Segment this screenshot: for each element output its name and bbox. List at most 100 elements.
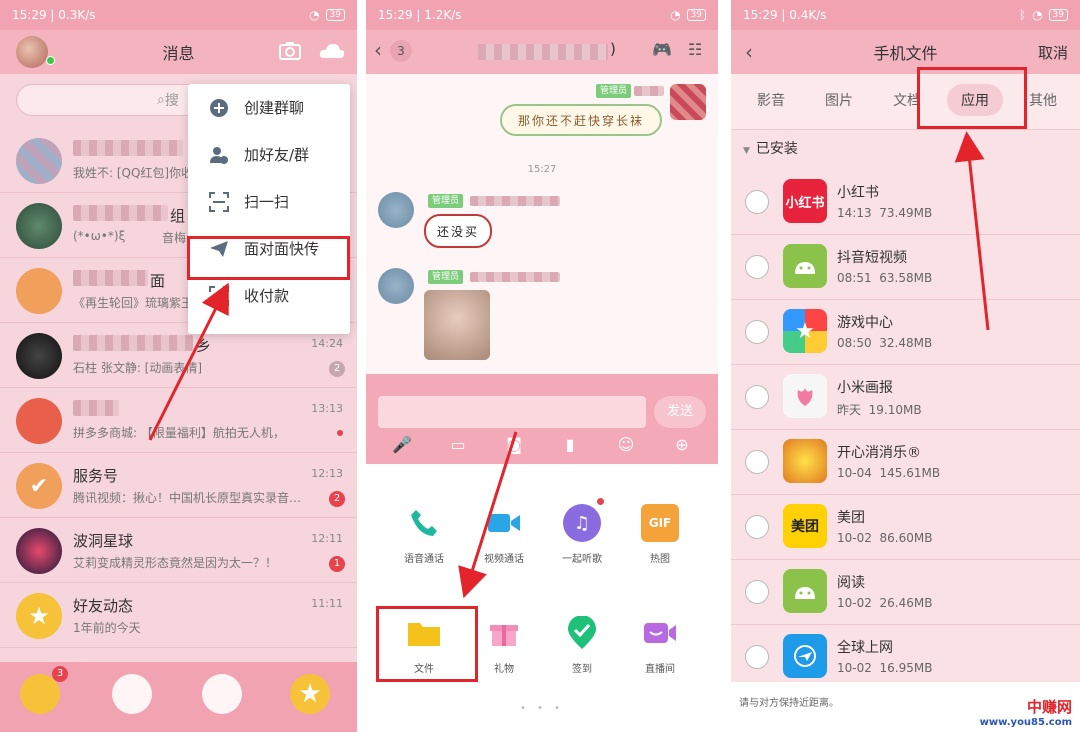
message-bubble[interactable]: 那你还不赶快穿长袜 — [500, 104, 662, 136]
battery-icon: 39 — [325, 9, 345, 21]
grid-item-label: 视频通话 — [484, 554, 524, 565]
status-bar: 15:29 | 0.4K/s ᛒ ◔ 39 — [731, 0, 1080, 30]
game-icon[interactable]: 🎮 — [652, 40, 672, 59]
messages-screen: 15:29 | 0.3K/s ◔ 39 消息 ⌕ 搜 我姓不: [QQ红包]你收 组… — [0, 0, 357, 732]
profile-avatar[interactable] — [16, 36, 48, 68]
redpacket-icon[interactable]: ▮ — [558, 432, 582, 456]
menu-item-scan[interactable]: 扫一扫 — [188, 178, 350, 225]
app-time: 08:51 — [837, 271, 872, 285]
status-bar: 15:29 | 1.2K/s ◔ 39 — [366, 0, 718, 30]
send-button[interactable]: 发送 — [654, 396, 706, 428]
admin-tag: 管理员 — [428, 270, 464, 284]
plus-icon[interactable]: ⊕ — [670, 432, 694, 456]
message-bubble[interactable]: 还没买 — [424, 214, 492, 248]
grid-item-voice-call[interactable]: 语音通话 — [384, 504, 464, 584]
tab-images[interactable]: 图片 — [825, 90, 853, 110]
app-size: 63.58MB — [879, 271, 933, 285]
grid-item-listen-together[interactable]: ♫ 一起听歌 — [542, 498, 622, 584]
tab-other[interactable]: 其他 — [1029, 90, 1057, 110]
network-speed: 1.2K/s — [424, 8, 462, 22]
photo-message[interactable] — [424, 290, 490, 360]
app-name: 抖音短视频 — [837, 250, 907, 266]
avatar — [16, 333, 62, 379]
chat-row[interactable]: 波洞星球 艾莉变成精灵形态竟然是因为太一？！ 12:11 1 — [0, 518, 357, 583]
title-paren: ) — [610, 40, 616, 58]
app-time: 10-02 — [837, 596, 872, 610]
chat-name: 波洞星球 — [73, 532, 134, 550]
app-row[interactable]: 美团 美团 10-02 86.60MB — [731, 495, 1080, 560]
menu-item-add-friend[interactable]: 加好友/群 — [188, 131, 350, 178]
app-size: 145.61MB — [879, 466, 941, 480]
chat-name: 乡 — [196, 337, 212, 355]
chat-row[interactable]: ★ 好友动态 1年前的今天 11:11 — [0, 583, 357, 648]
camera-icon[interactable] — [278, 40, 302, 62]
select-radio[interactable] — [745, 190, 769, 214]
message-input[interactable] — [378, 396, 646, 428]
watermark-logo: 中赚网 www.you85.com — [980, 696, 1072, 728]
microphone-icon[interactable]: 🎤 — [390, 432, 414, 456]
cancel-button[interactable]: 取消 — [1038, 42, 1068, 63]
app-row[interactable]: 小米画报 昨天 19.10MB — [731, 365, 1080, 430]
wifi-icon: ◔ — [309, 8, 320, 22]
tab-star-icon[interactable]: ★ — [290, 674, 330, 714]
more-cloud-icon[interactable] — [318, 40, 346, 62]
app-row[interactable]: 开心消消乐® 10-04 145.61MB — [731, 430, 1080, 495]
avatar — [16, 398, 62, 444]
phone-icon — [405, 504, 443, 542]
camera-icon[interactable]: ◙ — [502, 432, 526, 456]
app-row[interactable]: 小红书 小红书 14:13 73.49MB — [731, 170, 1080, 235]
unread-badge: 2 — [329, 361, 345, 377]
image-icon[interactable]: ▭ — [446, 432, 470, 456]
section-installed[interactable]: ▼ 已安装 — [743, 138, 798, 158]
collapse-triangle-icon: ▼ — [743, 146, 750, 156]
tab-space-cat-icon[interactable] — [202, 674, 242, 714]
redacted-name — [73, 400, 119, 416]
select-radio[interactable] — [745, 320, 769, 344]
app-row[interactable]: 阅读 10-02 26.46MB — [731, 560, 1080, 625]
back-icon[interactable]: ‹ — [374, 38, 382, 62]
watermark-title: 中赚网 — [1026, 698, 1072, 716]
plus-popup-menu: 创建群聊 加好友/群 扫一扫 面对面快传 ¥ 收付款 — [188, 84, 350, 334]
app-row[interactable]: 全球上网 10-02 16.95MB — [731, 625, 1080, 690]
chat-preview: 腾讯视频：揪心！中国机长原型真实录音… — [73, 491, 302, 505]
scan-icon — [208, 191, 230, 213]
chat-row[interactable]: ✔ 服务号 腾讯视频：揪心！中国机长原型真实录音… 12:13 2 — [0, 453, 357, 518]
add-friend-icon — [208, 144, 230, 166]
header: ‹ 手机文件 取消 — [731, 30, 1080, 74]
battery-icon: 39 — [686, 9, 706, 21]
grid-item-video-call[interactable]: 视频通话 — [464, 504, 544, 584]
grid-item-hot-images[interactable]: GIF 热图 — [620, 504, 700, 584]
select-radio[interactable] — [745, 515, 769, 539]
page-title: 消息 — [162, 44, 195, 63]
page-title: 手机文件 — [873, 44, 938, 63]
app-row[interactable]: 抖音短视频 08:51 63.58MB — [731, 235, 1080, 300]
grid-item-checkin[interactable]: 签到 — [542, 614, 622, 694]
bottom-tab-bar: 3 ★ — [0, 662, 357, 732]
tab-contacts-cat-icon[interactable] — [112, 674, 152, 714]
unread-badge: 2 — [329, 491, 345, 507]
emoji-icon[interactable]: ☺ — [614, 432, 638, 456]
select-radio[interactable] — [745, 450, 769, 474]
select-radio[interactable] — [745, 645, 769, 669]
app-size: 16.95MB — [879, 661, 933, 675]
search-icon: ⌕ — [157, 92, 165, 108]
select-radio[interactable] — [745, 255, 769, 279]
app-time: 14:13 — [837, 206, 872, 220]
grid-item-live-room[interactable]: 直播间 — [620, 614, 700, 694]
app-name: 阅读 — [837, 575, 865, 591]
menu-item-create-group[interactable]: 创建群聊 — [188, 84, 350, 131]
page-indicator: • • • — [519, 703, 565, 714]
back-icon[interactable]: ‹ — [745, 40, 753, 64]
highlight-box — [917, 67, 1027, 129]
tab-media[interactable]: 影音 — [757, 90, 785, 110]
chat-row[interactable]: 拼多多商城: 【限量福利】航拍无人机， 13:13 — [0, 388, 357, 453]
bluetooth-icon: ᛒ — [1018, 8, 1027, 22]
redacted-name — [73, 205, 168, 221]
app-row[interactable]: ★ 游戏中心 08:50 32.48MB — [731, 300, 1080, 365]
grid-item-label: 直播间 — [645, 664, 675, 675]
select-radio[interactable] — [745, 385, 769, 409]
group-menu-icon[interactable]: ☷ — [688, 40, 702, 59]
admin-tag: 管理员 — [596, 84, 632, 98]
select-radio[interactable] — [745, 580, 769, 604]
redacted-name — [470, 196, 560, 206]
